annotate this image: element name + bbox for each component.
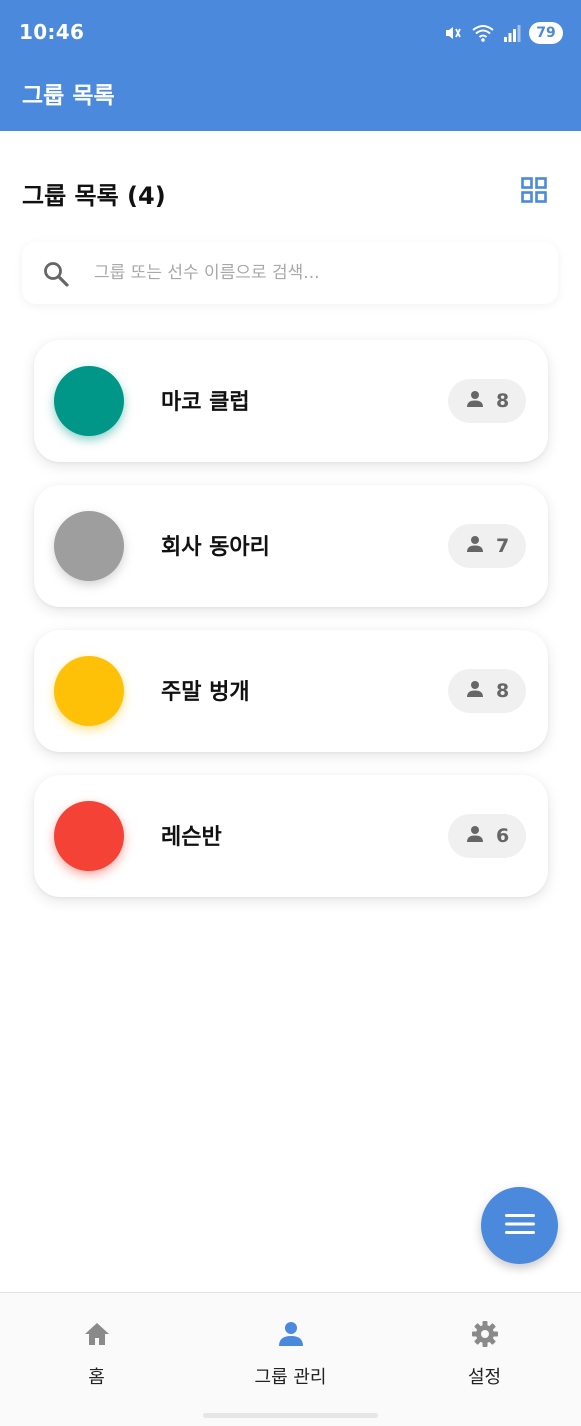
nav-label: 홈 [88, 1367, 105, 1388]
group-color-dot [54, 656, 124, 726]
member-count-badge: 6 [448, 814, 526, 858]
member-count-badge: 8 [448, 669, 526, 713]
status-icons: 79 [443, 20, 563, 46]
view-toggle-button[interactable] [514, 172, 554, 212]
group-card[interactable]: 주말 벙개 8 [34, 630, 548, 752]
group-color-dot [54, 511, 124, 581]
nav-item-group-management[interactable]: 그룹 관리 [194, 1293, 387, 1403]
group-color-dot [54, 366, 124, 436]
member-count: 7 [496, 535, 510, 557]
member-count-badge: 7 [448, 524, 526, 568]
screen: 10:46 79 그룹 목록 그룹 목록 (4) 그룹 또는 선수 이름으로 검… [0, 0, 581, 1426]
home-icon [82, 1319, 112, 1349]
search-icon [42, 260, 70, 288]
wifi-icon [471, 23, 495, 43]
person-icon [466, 680, 484, 702]
search-bar [22, 242, 558, 304]
group-card[interactable]: 레슨반 6 [34, 775, 548, 897]
gear-icon [470, 1319, 500, 1349]
battery-indicator: 79 [529, 22, 563, 44]
group-name: 회사 동아리 [161, 535, 270, 560]
group-color-dot [54, 801, 124, 871]
member-count: 8 [496, 680, 510, 702]
app-bar: 10:46 79 그룹 목록 [0, 0, 581, 131]
menu-fab-button[interactable] [481, 1187, 558, 1264]
person-icon [466, 535, 484, 557]
group-name: 주말 벙개 [161, 680, 250, 705]
list-header: 그룹 목록 (4) [22, 172, 562, 212]
person-icon [466, 390, 484, 412]
person-icon [276, 1319, 306, 1349]
search-input[interactable] [94, 242, 534, 304]
group-name: 마코 클럽 [161, 390, 250, 415]
grid-icon [520, 176, 548, 208]
member-count: 6 [496, 825, 510, 847]
app-bar-title: 그룹 목록 [22, 83, 115, 109]
group-card[interactable]: 마코 클럽 8 [34, 340, 548, 462]
signal-icon [503, 23, 521, 43]
group-name: 레슨반 [161, 825, 222, 850]
nav-label: 설정 [467, 1367, 502, 1388]
status-time: 10:46 [19, 20, 85, 44]
nav-item-settings[interactable]: 설정 [388, 1293, 581, 1403]
bottom-nav: 홈 그룹 관리 설정 [0, 1292, 581, 1426]
list-title: 그룹 목록 (4) [22, 182, 166, 210]
home-indicator [203, 1413, 378, 1418]
mute-icon [443, 23, 463, 43]
menu-icon [504, 1212, 536, 1240]
nav-label: 그룹 관리 [254, 1367, 327, 1388]
group-card[interactable]: 회사 동아리 7 [34, 485, 548, 607]
member-count-badge: 8 [448, 379, 526, 423]
person-icon [466, 825, 484, 847]
member-count: 8 [496, 390, 510, 412]
nav-item-home[interactable]: 홈 [0, 1293, 193, 1403]
group-list: 마코 클럽 8 회사 동아리 7 주말 벙개 8 레슨반 6 [34, 340, 548, 920]
